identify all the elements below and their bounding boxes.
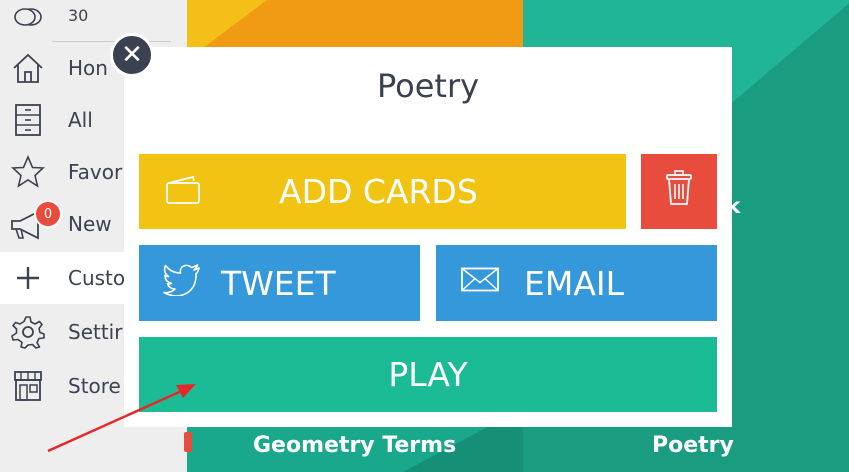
- add-cards-button[interactable]: ADD CARDS: [139, 154, 626, 229]
- email-label: EMAIL: [524, 263, 625, 303]
- email-button[interactable]: EMAIL: [436, 245, 717, 321]
- play-label: PLAY: [388, 355, 468, 394]
- store-icon: [8, 366, 48, 406]
- sidebar-item-label: Custo: [68, 266, 126, 290]
- modal-title: Poetry: [376, 67, 480, 105]
- add-cards-label: ADD CARDS: [279, 172, 478, 211]
- sidebar-item-label: All: [68, 108, 93, 132]
- coins-row: 30: [0, 0, 187, 34]
- coins-icon: [8, 0, 48, 37]
- home-icon: [8, 48, 48, 88]
- tile-title-geometry: Geometry Terms: [253, 433, 457, 458]
- coins-count: 30: [68, 6, 89, 25]
- tweet-button[interactable]: TWEET: [139, 245, 420, 321]
- deck-options-modal: Poetry ADD CARDS TWEET EMAIL PLAY: [124, 47, 732, 427]
- envelope-icon: [460, 264, 500, 303]
- close-modal-button[interactable]: ✕: [110, 33, 154, 77]
- sidebar-item-label: Store: [68, 374, 121, 398]
- sidebar-item-label: New: [68, 212, 112, 236]
- close-icon: ✕: [121, 40, 143, 70]
- play-button[interactable]: PLAY: [139, 337, 717, 412]
- new-count-badge: 0: [34, 200, 62, 228]
- sidebar-item-label: Hon: [68, 56, 108, 80]
- cabinet-icon: [8, 100, 48, 140]
- trash-icon: [663, 169, 695, 215]
- star-icon: [8, 152, 48, 192]
- delete-deck-button[interactable]: [641, 154, 717, 229]
- sidebar-item-label: Settir: [68, 320, 123, 344]
- card-stack-icon: [184, 432, 192, 452]
- tweet-label: TWEET: [221, 263, 336, 303]
- cards-icon: [163, 171, 203, 213]
- tile-title-poetry: Poetry: [652, 433, 734, 458]
- sidebar-item-label: Favor: [68, 160, 123, 184]
- plus-icon: [8, 258, 48, 298]
- gear-icon: [8, 312, 48, 352]
- twitter-bird-icon: [163, 262, 203, 304]
